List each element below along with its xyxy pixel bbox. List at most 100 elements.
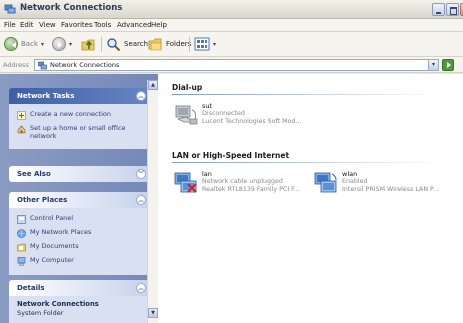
connections-pane: Dial-up sut Disconnected Lucent Technolo…	[158, 74, 463, 323]
my-network-places-label: My Network Places	[30, 228, 92, 236]
menu-help[interactable]: Help	[151, 21, 167, 29]
go-button[interactable]	[442, 59, 454, 71]
views-dropdown-icon[interactable]: ▾	[213, 41, 216, 48]
up-folder-button[interactable]	[81, 36, 96, 52]
network-tasks-header[interactable]: Network Tasks ︽	[9, 88, 152, 104]
group-divider	[172, 94, 442, 95]
connection-device: Lucent Technologies Soft Mod...	[202, 118, 302, 125]
home-network-icon	[17, 125, 26, 134]
folders-label: Folders	[166, 40, 192, 48]
up-folder-icon	[81, 39, 95, 50]
address-input[interactable]: Network Connections ▾	[34, 59, 439, 71]
connection-wlan[interactable]: wlan Enabled Intersil PRISM Wireless LAN…	[312, 170, 462, 198]
dialup-group-title: Dial-up	[172, 83, 203, 92]
setup-home-network-label: Set up a home or small office network	[30, 124, 126, 140]
scroll-up-icon[interactable]: ▲	[148, 80, 158, 90]
details-title: Details	[17, 284, 45, 292]
my-documents-link[interactable]: My Documents	[17, 242, 146, 252]
new-connection-icon	[17, 111, 26, 120]
my-computer-link[interactable]: My Computer	[17, 256, 146, 266]
back-arrow-icon	[4, 37, 18, 51]
control-panel-icon	[17, 215, 26, 224]
collapse-chevron-icon[interactable]: ︽	[136, 195, 146, 205]
scroll-down-icon[interactable]: ▼	[148, 308, 158, 318]
address-bar: Address Network Connections ▾	[0, 57, 463, 73]
see-also-panel: See Also ︾	[9, 166, 152, 182]
network-places-icon	[17, 229, 26, 238]
views-icon	[194, 37, 210, 51]
search-button[interactable]: Search	[106, 36, 148, 52]
connection-status: Disconnected	[202, 110, 245, 117]
connection-device: Realtek RTL8139 Family PCI F...	[202, 186, 300, 193]
network-tasks-body: Create a new connection Set up a home or…	[9, 104, 152, 149]
task-pane-scrollbar[interactable]: ▲ ▼	[147, 80, 158, 323]
address-label: Address	[3, 61, 29, 69]
network-tasks-panel: Network Tasks ︽ Create a new connection	[9, 88, 152, 149]
back-button[interactable]: Back ▾	[4, 36, 44, 52]
group-divider	[172, 162, 442, 163]
connection-device: Intersil PRISM Wireless LAN P...	[342, 186, 439, 193]
connection-name: lan	[202, 170, 212, 178]
menu-view[interactable]: View	[39, 21, 56, 29]
folders-button[interactable]: Folders	[148, 36, 191, 52]
network-connections-icon	[4, 4, 16, 14]
collapse-chevron-icon[interactable]: ︽	[136, 283, 146, 293]
details-name: Network Connections	[17, 300, 99, 308]
connection-status: Network cable unplugged	[202, 178, 283, 185]
connection-name: wlan	[342, 170, 358, 178]
menu-tools[interactable]: Tools	[94, 21, 111, 29]
other-places-title: Other Places	[17, 196, 68, 204]
details-header[interactable]: Details ︽	[9, 280, 152, 296]
my-documents-icon	[17, 243, 26, 252]
maximize-button[interactable]	[446, 3, 459, 16]
control-panel-link[interactable]: Control Panel	[17, 214, 146, 224]
expand-chevron-icon[interactable]: ︾	[136, 169, 146, 179]
network-tasks-title: Network Tasks	[17, 92, 75, 100]
my-computer-icon	[17, 257, 26, 266]
toolbar: Back ▾ ▾ Search Folders ▾	[0, 32, 463, 57]
create-new-connection-label: Create a new connection	[30, 110, 112, 118]
explorer-window: Network Connections File Edit View Favor…	[0, 0, 463, 323]
other-places-panel: Other Places ︽ Control Panel My Network …	[9, 192, 152, 275]
toolbar-separator	[189, 37, 190, 52]
details-type: System Folder	[17, 309, 64, 317]
views-button[interactable]: ▾	[194, 36, 216, 52]
menu-favorites[interactable]: Favorites	[61, 21, 93, 29]
my-network-places-link[interactable]: My Network Places	[17, 228, 146, 238]
address-value: Network Connections	[50, 61, 120, 69]
task-pane: Network Tasks ︽ Create a new connection	[0, 74, 158, 323]
network-connections-icon	[38, 61, 47, 70]
menu-edit[interactable]: Edit	[20, 21, 34, 29]
back-dropdown-icon[interactable]: ▾	[41, 41, 44, 48]
minimize-button[interactable]	[432, 3, 445, 16]
menu-bar: File Edit View Favorites Tools Advanced …	[0, 19, 463, 32]
wireless-connection-icon	[314, 172, 337, 193]
search-label: Search	[124, 40, 149, 48]
see-also-header[interactable]: See Also ︾	[9, 166, 152, 182]
search-icon	[107, 37, 121, 51]
other-places-header[interactable]: Other Places ︽	[9, 192, 152, 208]
control-panel-label: Control Panel	[30, 214, 74, 222]
connection-name: sut	[202, 102, 213, 110]
title-bar[interactable]: Network Connections	[0, 0, 463, 19]
details-panel: Details ︽ Network Connections System Fol…	[9, 280, 152, 323]
setup-home-network-link[interactable]: Set up a home or small office network	[17, 124, 146, 140]
back-label: Back	[21, 40, 38, 48]
forward-button[interactable]: ▾	[52, 36, 72, 52]
my-documents-label: My Documents	[30, 242, 79, 250]
menu-file[interactable]: File	[4, 21, 16, 29]
address-dropdown-icon[interactable]: ▾	[428, 60, 438, 70]
forward-dropdown-icon[interactable]: ▾	[69, 41, 72, 48]
my-computer-label: My Computer	[30, 256, 74, 264]
connection-sut[interactable]: sut Disconnected Lucent Technologies Sof…	[172, 102, 332, 130]
dialup-connection-icon	[175, 105, 198, 125]
collapse-chevron-icon[interactable]: ︽	[136, 91, 146, 101]
other-places-body: Control Panel My Network Places My Docum…	[9, 208, 152, 275]
connection-lan[interactable]: lan Network cable unplugged Realtek RTL8…	[172, 170, 312, 198]
toolbar-separator	[101, 37, 102, 52]
window-title: Network Connections	[20, 3, 123, 13]
lan-connection-icon	[174, 172, 197, 193]
details-body: Network Connections System Folder	[9, 296, 152, 323]
menu-advanced[interactable]: Advanced	[117, 21, 152, 29]
create-new-connection-link[interactable]: Create a new connection	[17, 110, 146, 120]
